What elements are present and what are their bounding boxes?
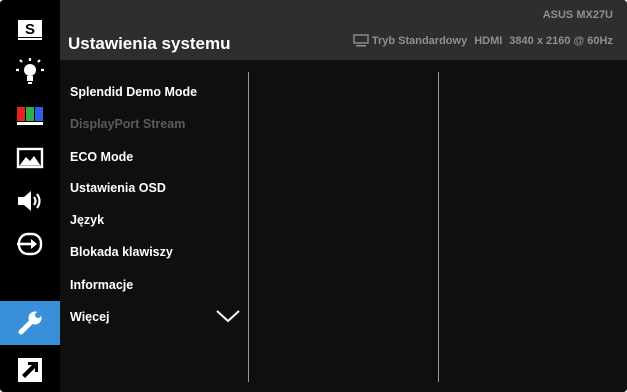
menu-item-osd-settings[interactable]: Ustawienia OSD: [70, 181, 166, 195]
resolution-label: 3840 x 2160 @ 60Hz: [509, 34, 613, 47]
menu-item-more[interactable]: Więcej: [70, 310, 110, 324]
page-title: Ustawienia systemu: [68, 34, 231, 53]
sidebar-item-shortcut[interactable]: [0, 350, 60, 390]
menu-item-splendid-demo-mode[interactable]: Splendid Demo Mode: [70, 85, 197, 99]
mode-label: Tryb Standardowy: [371, 34, 468, 47]
column-divider: [248, 72, 249, 382]
sidebar-item-splendid[interactable]: S: [0, 10, 60, 50]
monitor-model: ASUS MX27U: [542, 9, 613, 21]
menu-item-language[interactable]: Język: [70, 213, 104, 227]
menu-item-information[interactable]: Informacje: [70, 278, 133, 292]
sidebar-item-image[interactable]: [0, 138, 60, 178]
sidebar: S: [0, 0, 60, 392]
menu-item-key-lock[interactable]: Blokada klawiszy: [70, 245, 173, 259]
shortcut-arrow-icon: [18, 358, 42, 382]
sidebar-item-input[interactable]: [0, 224, 60, 264]
sidebar-item-color[interactable]: [0, 95, 60, 135]
settings-panel: Splendid Demo Mode DisplayPort Stream EC…: [60, 60, 627, 392]
monitor-icon: [353, 34, 369, 47]
splendid-s-icon: S: [18, 20, 42, 40]
input-select-icon: [17, 232, 43, 256]
sidebar-item-system-settings[interactable]: [0, 301, 60, 345]
speaker-icon: [18, 191, 41, 211]
status-line: Tryb Standardowy HDMI 3840 x 2160 @ 60Hz: [353, 34, 613, 47]
header: Ustawienia systemu ASUS MX27U Tryb Stand…: [60, 0, 627, 60]
blue-light-icon: [16, 58, 44, 84]
sidebar-item-bluelight[interactable]: [0, 52, 60, 92]
color-bars-icon: [17, 107, 43, 125]
osd-menu: S Ustawienia systemu ASUS MX27U Tryb Sta…: [0, 0, 627, 392]
chevron-down-icon[interactable]: [215, 308, 241, 324]
menu-item-displayport-stream: DisplayPort Stream: [70, 117, 186, 131]
menu-item-eco-mode[interactable]: ECO Mode: [70, 150, 133, 164]
column-divider: [438, 72, 439, 382]
sidebar-item-sound[interactable]: [0, 181, 60, 221]
splendid-s-label: S: [25, 21, 35, 38]
input-label: HDMI: [474, 34, 503, 47]
wrench-icon: [18, 310, 43, 335]
image-icon: [16, 147, 44, 169]
